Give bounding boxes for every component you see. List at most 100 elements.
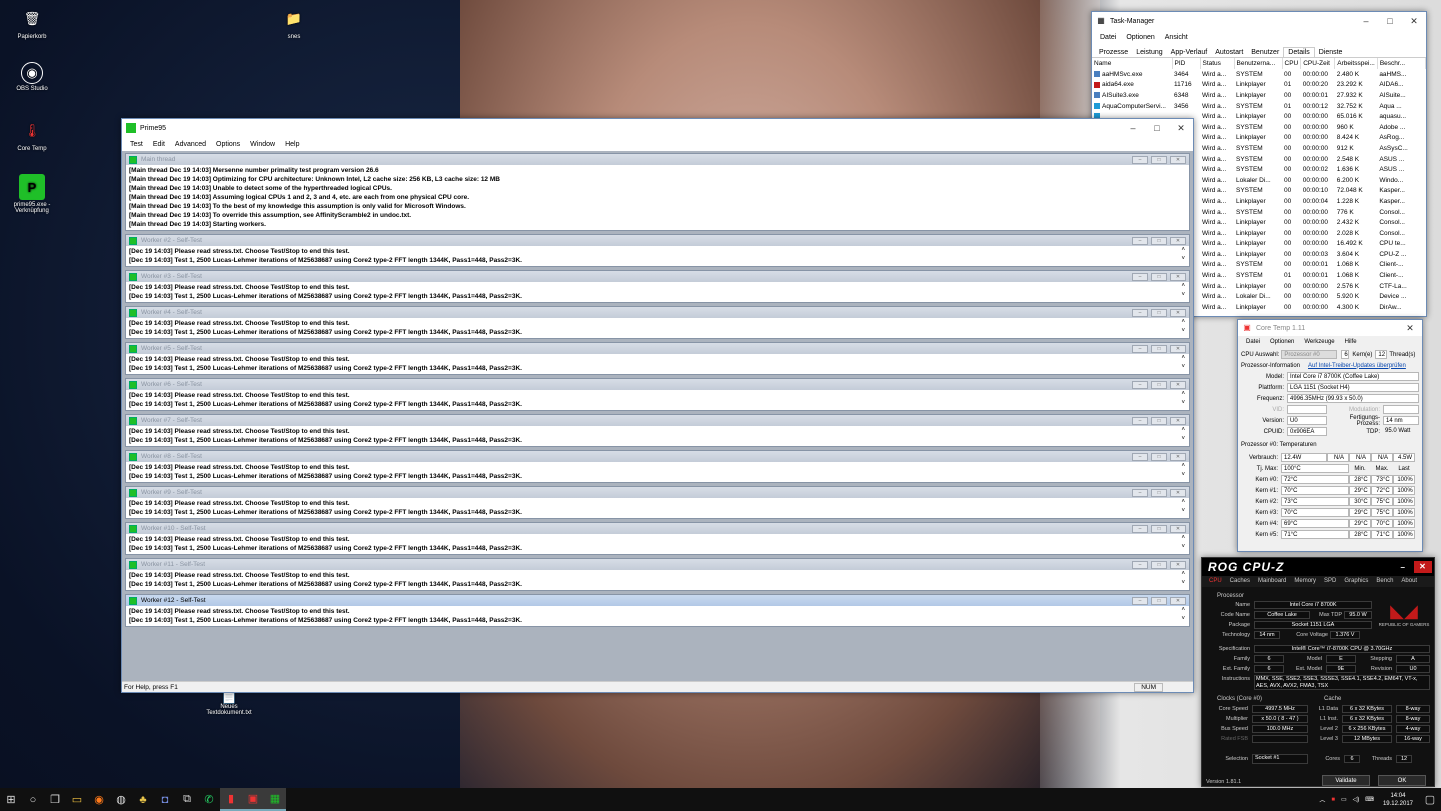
column-header[interactable]: CPU-Zeit [1300,58,1336,69]
minimize-icon[interactable]: – [1132,155,1148,164]
maximize-icon[interactable]: □ [1151,488,1167,497]
process-row[interactable]: AISuite3.exe 6348 Wird a... Linkplayer 00 00:… [1092,90,1426,101]
worker-window[interactable]: Worker #12 - Self-Test – □ ✕ [Dec 19 14:03] … [125,594,1190,627]
menu-help[interactable]: Help [280,141,304,148]
browser-icon[interactable]: ◍ [110,788,132,811]
minimize-icon[interactable]: – [1132,596,1148,605]
scroll-arrows[interactable]: ˄ ˅ [1181,426,1185,444]
validate-button[interactable]: Validate [1322,775,1370,786]
maximize-icon[interactable]: □ [1151,380,1167,389]
worker-window[interactable]: Worker #8 - Self-Test – □ ✕ [Dec 19 14:03] P… [125,450,1190,483]
desktop-icon-core-temp[interactable]: 🌡 Core Temp [0,118,64,152]
worker-window[interactable]: Worker #10 - Self-Test – □ ✕ [Dec 19 14:03] … [125,522,1190,555]
column-header[interactable]: Beschr... [1377,58,1426,69]
minimize-icon[interactable]: – [1132,488,1148,497]
maximize-icon[interactable]: □ [1145,123,1169,133]
maximize-icon[interactable]: □ [1151,155,1167,164]
close-icon[interactable]: ✕ [1170,596,1186,605]
close-icon[interactable]: ✕ [1170,560,1186,569]
network-icon[interactable]: ▭ [1341,796,1347,803]
main-thread-window[interactable]: Main thread – □ ✕ [Main thread Dec 19 14… [125,153,1190,231]
menu-advanced[interactable]: Advanced [170,141,211,148]
scroll-arrows[interactable]: ˄ ˅ [1181,498,1185,516]
worker-window[interactable]: Worker #2 - Self-Test – □ ✕ [Dec 19 14:03] P… [125,234,1190,267]
prime95-taskbar-icon[interactable]: ▦ [264,788,286,811]
tab-dienste[interactable]: Dienste [1315,48,1347,57]
maximize-icon[interactable]: □ [1151,272,1167,281]
minimize-icon[interactable]: – [1132,272,1148,281]
maximize-icon[interactable]: □ [1151,236,1167,245]
maximize-icon[interactable]: □ [1378,16,1402,26]
worker-window[interactable]: Worker #3 - Self-Test – □ ✕ [Dec 19 14:03] P… [125,270,1190,303]
title-bar[interactable]: ▦ Task-Manager – □ ✕ [1092,12,1426,30]
scroll-arrows[interactable]: ˄ ˅ [1181,462,1185,480]
volume-icon[interactable]: ◁) [1353,796,1360,803]
menu-item[interactable]: Datei [1095,34,1121,41]
menu-item[interactable]: Datei [1241,339,1265,345]
maximize-icon[interactable]: □ [1151,596,1167,605]
column-header[interactable]: Arbeitsspei... [1334,58,1378,69]
child-title-bar[interactable]: Worker #3 - Self-Test – □ ✕ [126,271,1189,282]
minimize-icon[interactable]: – [1132,524,1148,533]
tab-benutzer[interactable]: Benutzer [1247,48,1283,57]
firefox-icon[interactable]: ◉ [88,788,110,811]
clock[interactable]: 14:04 19.12.2017 [1377,792,1419,808]
worker-window[interactable]: Worker #6 - Self-Test – □ ✕ [Dec 19 14:03] P… [125,378,1190,411]
minimize-icon[interactable]: – [1401,563,1406,572]
desktop-icon-obs[interactable]: ◉ OBS Studio [0,62,64,92]
menu-item[interactable]: Hilfe [1340,339,1362,345]
close-icon[interactable]: ✕ [1414,561,1432,573]
scroll-arrows[interactable]: ˄ ˅ [1181,354,1185,372]
desktop-icon-recycle-bin[interactable]: 🗑 Papierkorb [0,6,64,40]
tab-app-verlauf[interactable]: App-Verlauf [1167,48,1212,57]
maximize-icon[interactable]: □ [1151,524,1167,533]
title-bar[interactable]: Prime95 – □ ✕ [122,119,1193,137]
child-title-bar[interactable]: Worker #8 - Self-Test – □ ✕ [126,451,1189,462]
tab-bench[interactable]: Bench [1372,576,1397,587]
menu-item[interactable]: Optionen [1121,34,1159,41]
cpu-select-dropdown[interactable]: Prozessor #0 [1281,350,1338,359]
close-icon[interactable]: ✕ [1170,488,1186,497]
core-temp-window[interactable]: ▣ Core Temp 1.11 ✕ Datei Optionen Werkze… [1237,319,1423,552]
column-header[interactable]: Name [1092,58,1173,69]
scroll-arrows[interactable]: ˄ ˅ [1181,390,1185,408]
tab-leistung[interactable]: Leistung [1132,48,1166,57]
chevron-up-icon[interactable]: ︿ [1319,795,1325,804]
column-header[interactable]: Benutzerna... [1234,58,1283,69]
desktop-icon-prime95[interactable]: P prime95.exe - Verknüpfung [0,174,64,214]
discord-icon[interactable]: ◘ [154,788,176,811]
worker-window[interactable]: Worker #7 - Self-Test – □ ✕ [Dec 19 14:03] P… [125,414,1190,447]
search-icon[interactable]: ○ [22,788,44,811]
close-icon[interactable]: ✕ [1170,380,1186,389]
menu-edit[interactable]: Edit [148,141,170,148]
child-title-bar[interactable]: Worker #6 - Self-Test – □ ✕ [126,379,1189,390]
close-icon[interactable]: ✕ [1170,416,1186,425]
menu-options[interactable]: Options [211,141,245,148]
scroll-arrows[interactable]: ˄ ˅ [1181,534,1185,552]
notification-icon[interactable]: ▢ [1419,788,1441,811]
child-title-bar[interactable]: Worker #5 - Self-Test – □ ✕ [126,343,1189,354]
tab-memory[interactable]: Memory [1290,576,1320,587]
maximize-icon[interactable]: □ [1151,344,1167,353]
tab-details[interactable]: Details [1283,47,1315,57]
child-title-bar[interactable]: Worker #12 - Self-Test – □ ✕ [126,595,1189,606]
scroll-arrows[interactable]: ˄ ˅ [1181,318,1185,336]
keyboard-icon[interactable]: ⌨ [1365,796,1374,803]
minimize-icon[interactable]: – [1132,560,1148,569]
child-title-bar[interactable]: Worker #4 - Self-Test – □ ✕ [126,307,1189,318]
close-icon[interactable]: ✕ [1170,236,1186,245]
maximize-icon[interactable]: □ [1151,308,1167,317]
tab-cpu[interactable]: CPU [1205,576,1226,587]
minimize-icon[interactable]: – [1132,380,1148,389]
process-row[interactable]: aaHMSvc.exe 3464 Wird a... SYSTEM 00 00:00:00… [1092,69,1426,80]
process-row[interactable]: aida64.exe 11716 Wird a... Linkplayer 01 00:0… [1092,80,1426,91]
minimize-icon[interactable]: – [1132,452,1148,461]
scroll-arrows[interactable]: ˄ ˅ [1181,282,1185,300]
menu-item[interactable]: Werkzeuge [1299,339,1339,345]
antivirus-icon[interactable]: ■ [1331,797,1335,803]
close-icon[interactable]: ✕ [1170,272,1186,281]
title-bar[interactable]: ROG CPU-Z – ✕ [1202,558,1434,576]
scroll-arrows[interactable]: ˄ ˅ [1181,570,1185,588]
worker-window[interactable]: Worker #5 - Self-Test – □ ✕ [Dec 19 14:03] P… [125,342,1190,375]
child-title-bar[interactable]: Worker #11 - Self-Test – □ ✕ [126,559,1189,570]
